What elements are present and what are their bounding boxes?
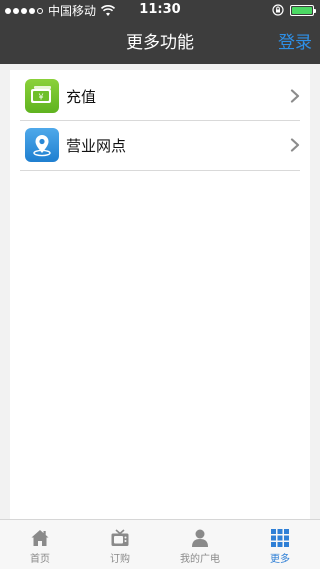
menu-item-label: 营业网点 bbox=[66, 136, 127, 155]
chevron-right-icon bbox=[290, 89, 300, 103]
tab-bar: 首页 订购 我的广电 更多 bbox=[0, 519, 320, 569]
tab-order[interactable]: 订购 bbox=[80, 520, 160, 569]
menu-item-service-outlets[interactable]: 营业网点 bbox=[20, 121, 300, 169]
tab-label: 更多 bbox=[270, 554, 290, 565]
menu-item-recharge[interactable]: ¥ 充值 bbox=[20, 72, 300, 120]
svg-text:¥: ¥ bbox=[38, 93, 43, 102]
tab-label: 首页 bbox=[30, 554, 50, 565]
menu-item-label: 充值 bbox=[66, 87, 97, 106]
recharge-icon: ¥ bbox=[25, 79, 59, 113]
divider bbox=[20, 170, 300, 171]
tab-label: 我的广电 bbox=[180, 554, 220, 565]
grid-icon bbox=[271, 529, 289, 547]
rotation-lock-icon bbox=[272, 4, 284, 16]
battery-icon bbox=[290, 4, 316, 16]
status-right bbox=[272, 4, 316, 16]
tab-more[interactable]: 更多 bbox=[240, 520, 320, 569]
tab-my-account[interactable]: 我的广电 bbox=[160, 520, 240, 569]
tv-icon bbox=[111, 529, 129, 546]
location-pin-icon bbox=[25, 128, 59, 162]
status-bar: 中国移动 11:30 bbox=[0, 0, 320, 22]
tab-home[interactable]: 首页 bbox=[0, 520, 80, 569]
tab-label: 订购 bbox=[110, 554, 130, 565]
user-icon bbox=[192, 529, 208, 547]
page-title: 更多功能 bbox=[126, 33, 194, 53]
more-functions-panel: ¥ 充值 营业网点 bbox=[10, 70, 310, 519]
login-button[interactable]: 登录 bbox=[278, 22, 312, 64]
navigation-bar: 更多功能 登录 bbox=[0, 22, 320, 64]
chevron-right-icon bbox=[290, 138, 300, 152]
home-icon bbox=[31, 530, 49, 546]
